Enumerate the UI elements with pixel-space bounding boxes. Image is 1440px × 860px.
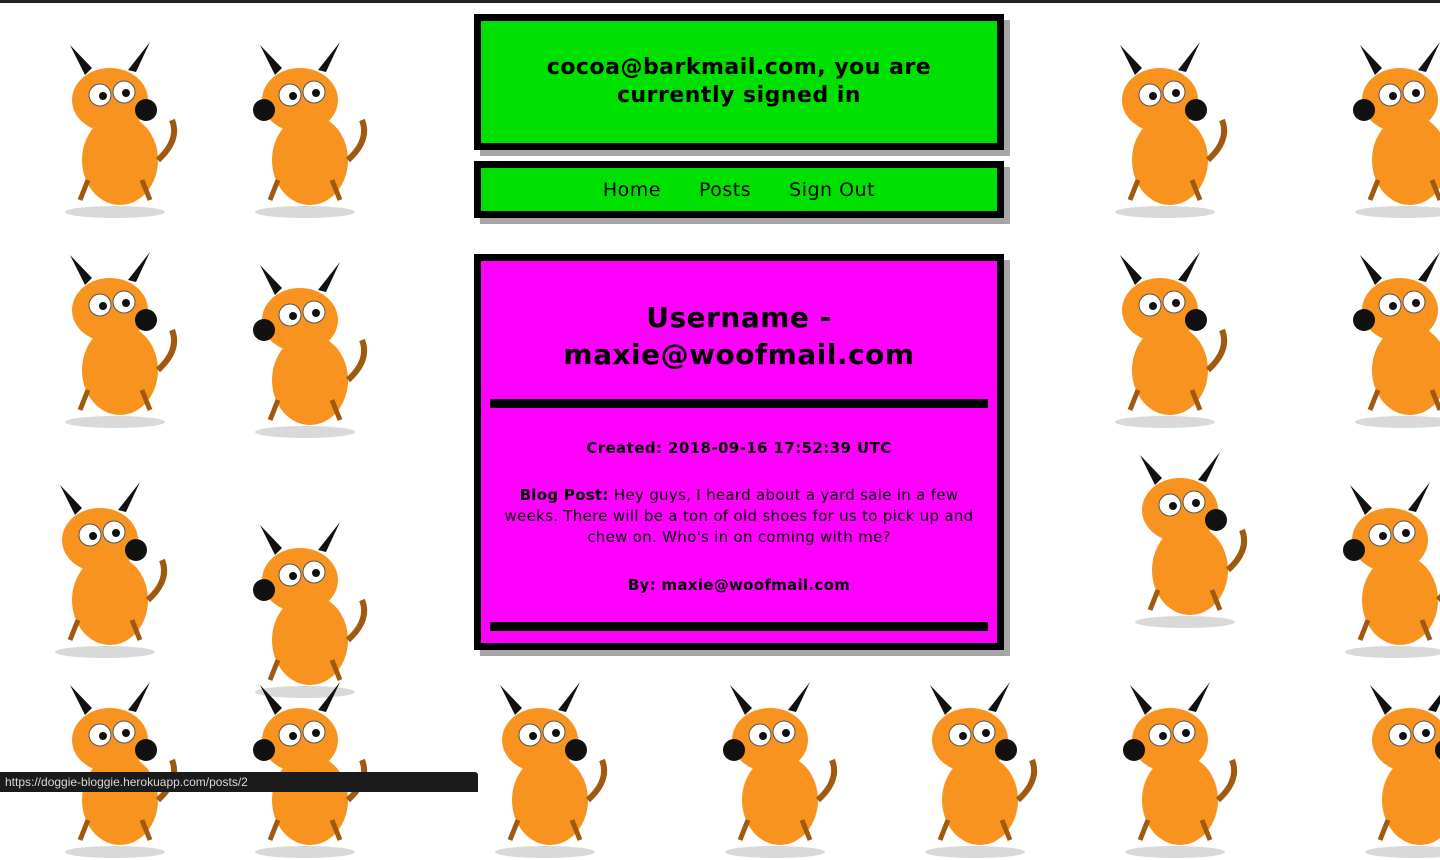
nav-bar: Home Posts Sign Out bbox=[474, 161, 1004, 218]
post-title: Username - maxie@woofmail.com bbox=[563, 301, 915, 371]
cartoon-dog-icon bbox=[55, 482, 168, 658]
post-author: By: maxie@woofmail.com bbox=[627, 576, 851, 594]
cartoon-dog-icon bbox=[925, 682, 1038, 858]
signin-banner: cocoa@barkmail.com, you are currently si… bbox=[474, 14, 1004, 150]
link-preview-status-bar: https://doggie-bloggie.herokuapp.com/pos… bbox=[0, 772, 478, 792]
cartoon-dog-icon bbox=[253, 682, 368, 858]
divider bbox=[490, 399, 988, 408]
nav-home-link[interactable]: Home bbox=[603, 179, 661, 201]
nav-posts-link[interactable]: Posts bbox=[699, 179, 751, 201]
cartoon-dog-icon bbox=[65, 252, 178, 428]
window-top-border bbox=[0, 0, 1440, 3]
cartoon-dog-icon bbox=[1115, 42, 1228, 218]
cartoon-dog-icon bbox=[253, 522, 368, 698]
signin-message: cocoa@barkmail.com, you are currently si… bbox=[546, 55, 932, 108]
cartoon-dog-icon bbox=[253, 42, 368, 218]
cartoon-dog-icon bbox=[65, 42, 178, 218]
divider bbox=[490, 622, 988, 631]
post-body-label: Blog Post: bbox=[519, 486, 609, 504]
cartoon-dog-icon bbox=[1123, 682, 1238, 858]
cartoon-dog-icon bbox=[1353, 252, 1440, 428]
cartoon-dog-icon bbox=[723, 682, 838, 858]
cartoon-dog-icon bbox=[65, 682, 178, 858]
cartoon-dog-icon bbox=[253, 262, 368, 438]
cartoon-dog-icon bbox=[1135, 452, 1248, 628]
cartoon-dog-icon bbox=[1365, 685, 1440, 858]
cartoon-dog-icon bbox=[1343, 482, 1440, 658]
post-body: Blog Post: Hey guys, I heard about a yar… bbox=[491, 485, 987, 548]
post-card: Username - maxie@woofmail.com Created: 2… bbox=[474, 254, 1004, 650]
cartoon-dog-icon bbox=[1353, 42, 1440, 218]
nav-sign-out-link[interactable]: Sign Out bbox=[789, 179, 875, 201]
cartoon-dog-icon bbox=[495, 682, 608, 858]
cartoon-dog-icon bbox=[1115, 252, 1228, 428]
post-created: Created: 2018-09-16 17:52:39 UTC bbox=[586, 439, 892, 457]
